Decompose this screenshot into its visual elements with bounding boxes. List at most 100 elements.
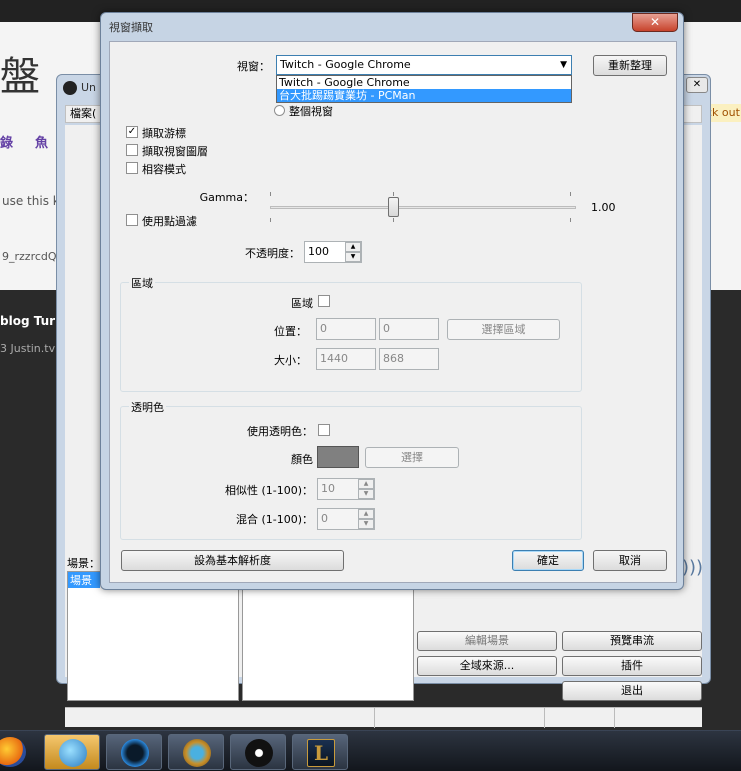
taskbar-button-messenger[interactable] bbox=[44, 734, 100, 770]
hearthstone-icon bbox=[183, 739, 211, 767]
point-filter-label: 使用點過濾 bbox=[142, 215, 197, 228]
taskbar: L bbox=[0, 730, 741, 771]
spin-up-icon[interactable]: ▲ bbox=[358, 509, 374, 519]
battlenet-icon bbox=[121, 739, 149, 767]
opacity-value: 100 bbox=[308, 245, 329, 258]
entire-window-radio[interactable] bbox=[274, 105, 285, 116]
capture-cursor-checkbox[interactable]: ✓ bbox=[126, 126, 138, 138]
spin-down-icon[interactable]: ▼ bbox=[358, 489, 374, 499]
refresh-button[interactable]: 重新整理 bbox=[593, 55, 667, 76]
ok-button[interactable]: 確定 bbox=[512, 550, 584, 571]
cancel-button[interactable]: 取消 bbox=[593, 550, 667, 571]
gamma-slider-thumb[interactable] bbox=[388, 197, 399, 217]
footer-text: 3 Justin.tv I bbox=[0, 342, 62, 355]
region-checkbox[interactable] bbox=[318, 295, 330, 307]
position-label: 位置： bbox=[274, 325, 307, 338]
audio-wave-icon: ))) bbox=[682, 557, 704, 578]
firefox-icon[interactable] bbox=[0, 737, 26, 767]
status-cell bbox=[65, 708, 375, 728]
size-label: 大小： bbox=[274, 354, 307, 367]
global-sources-button[interactable]: 全域來源... bbox=[417, 656, 557, 676]
gamma-slider-track[interactable] bbox=[270, 206, 576, 209]
page-title-fragment: 盤 bbox=[0, 54, 40, 100]
window-select-value: Twitch - Google Chrome bbox=[280, 58, 411, 71]
notice-banner[interactable]: ck out bbox=[706, 104, 741, 122]
dropdown-arrow-icon: ▼ bbox=[560, 60, 567, 70]
blend-label: 混合 (1-100)： bbox=[235, 513, 313, 526]
exit-button[interactable]: 退出 bbox=[562, 681, 702, 701]
spin-buttons: ▲ ▼ bbox=[358, 479, 374, 499]
window-label: 視窗： bbox=[237, 60, 270, 73]
status-cell bbox=[375, 708, 545, 728]
scene-item[interactable]: 場景 bbox=[68, 572, 100, 588]
size-width-field[interactable]: 1440 bbox=[316, 348, 376, 370]
slider-tick bbox=[570, 192, 571, 196]
taskbar-button-battlenet[interactable] bbox=[106, 734, 162, 770]
dialog-client: 視窗： Twitch - Google Chrome ▼ Twitch - Go… bbox=[109, 41, 677, 583]
status-cell bbox=[545, 708, 615, 728]
spin-buttons: ▲ ▼ bbox=[345, 242, 361, 262]
nav-item[interactable]: 魚 bbox=[35, 136, 48, 151]
taskbar-button-league[interactable]: L bbox=[292, 734, 348, 770]
footer-links[interactable]: blog Tur bbox=[0, 314, 55, 328]
obs-icon bbox=[245, 739, 273, 767]
window-dropdown-list[interactable]: Twitch - Google Chrome 台大批踢踢實業坊 - PCMan bbox=[276, 75, 572, 103]
scene-list[interactable]: 場景 bbox=[67, 571, 239, 701]
source-list[interactable] bbox=[242, 571, 414, 701]
plugins-button[interactable]: 插件 bbox=[562, 656, 702, 676]
window-select[interactable]: Twitch - Google Chrome ▼ bbox=[276, 55, 572, 75]
dialog-title: 視窗擷取 bbox=[109, 21, 153, 34]
position-y-field[interactable]: 0 bbox=[379, 318, 439, 340]
page-text: 9_rzzrcdQF bbox=[2, 250, 63, 263]
color-label: 顏色 bbox=[291, 453, 313, 466]
dialog-close-button[interactable]: ✕ bbox=[632, 13, 678, 32]
slider-tick bbox=[393, 192, 394, 196]
slider-tick bbox=[570, 218, 571, 222]
gamma-label: Gamma： bbox=[199, 191, 254, 204]
dropdown-option-selected[interactable]: 台大批踢踢實業坊 - PCMan bbox=[277, 89, 571, 102]
taskbar-button-hearthstone[interactable] bbox=[168, 734, 224, 770]
select-color-button[interactable]: 選擇 bbox=[365, 447, 459, 468]
similarity-spinbox[interactable]: 10 ▲ ▼ bbox=[317, 478, 375, 500]
edit-scene-button[interactable]: 編輯場景 bbox=[417, 631, 557, 651]
messenger-icon bbox=[59, 739, 87, 767]
spin-up-icon[interactable]: ▲ bbox=[345, 242, 361, 252]
select-region-button[interactable]: 選擇區域 bbox=[447, 319, 560, 340]
use-color-key-checkbox[interactable] bbox=[318, 424, 330, 436]
entire-window-label: 整個視窗 bbox=[289, 105, 333, 118]
slider-tick bbox=[393, 218, 394, 222]
dropdown-option[interactable]: Twitch - Google Chrome bbox=[277, 76, 571, 89]
league-of-legends-icon: L bbox=[307, 739, 335, 767]
point-filter-checkbox[interactable] bbox=[126, 214, 138, 226]
menu-file[interactable]: 檔案( bbox=[70, 107, 96, 120]
similarity-value: 10 bbox=[321, 482, 335, 495]
capture-layered-label: 擷取視窗圖層 bbox=[142, 145, 208, 158]
opacity-spinbox[interactable]: 100 ▲ ▼ bbox=[304, 241, 362, 263]
color-swatch[interactable] bbox=[317, 446, 359, 468]
spin-up-icon[interactable]: ▲ bbox=[358, 479, 374, 489]
size-height-field[interactable]: 868 bbox=[379, 348, 439, 370]
spin-down-icon[interactable]: ▼ bbox=[345, 252, 361, 262]
capture-layered-checkbox[interactable] bbox=[126, 144, 138, 156]
taskbar-button-obs[interactable] bbox=[230, 734, 286, 770]
compat-mode-checkbox[interactable] bbox=[126, 162, 138, 174]
nav-item[interactable]: 錄 bbox=[0, 136, 13, 151]
spin-buttons: ▲ ▼ bbox=[358, 509, 374, 529]
set-base-resolution-button[interactable]: 設為基本解析度 bbox=[121, 550, 344, 571]
blend-spinbox[interactable]: 0 ▲ ▼ bbox=[317, 508, 375, 530]
slider-tick bbox=[270, 218, 271, 222]
similarity-label: 相似性 (1-100)： bbox=[224, 484, 313, 497]
position-x-field[interactable]: 0 bbox=[316, 318, 376, 340]
gamma-value: 1.00 bbox=[591, 201, 616, 214]
blend-value: 0 bbox=[321, 512, 328, 525]
capture-cursor-label: 擷取游標 bbox=[142, 127, 186, 140]
region-group-title: 區域 bbox=[129, 275, 155, 291]
spin-down-icon[interactable]: ▼ bbox=[358, 519, 374, 529]
opacity-label: 不透明度： bbox=[245, 247, 300, 260]
preview-stream-button[interactable]: 預覽串流 bbox=[562, 631, 702, 651]
obs-titlebar: Un bbox=[63, 81, 96, 99]
obs-close-button[interactable]: ✕ bbox=[686, 77, 708, 93]
window-capture-dialog: 視窗擷取 ✕ 視窗： Twitch - Google Chrome ▼ Twit… bbox=[100, 12, 684, 590]
use-color-key-label: 使用透明色： bbox=[247, 425, 313, 438]
region-label: 區域 bbox=[291, 297, 313, 310]
